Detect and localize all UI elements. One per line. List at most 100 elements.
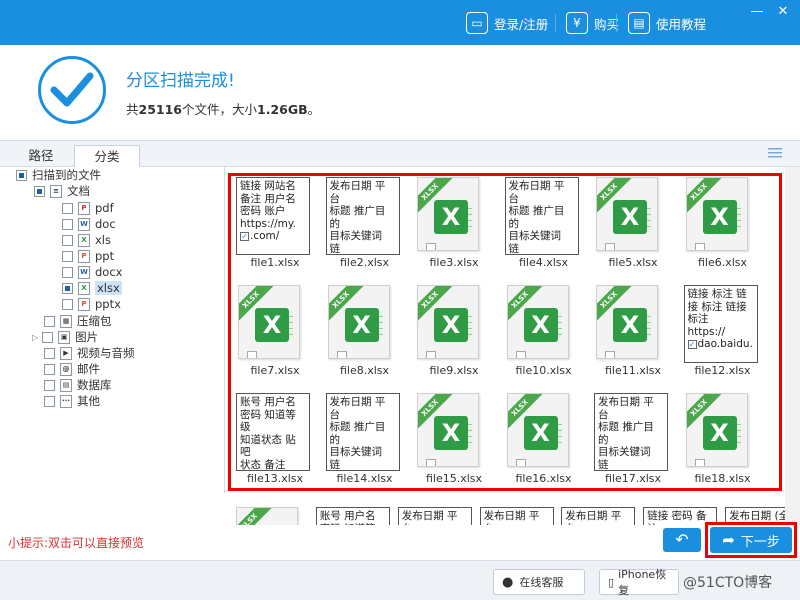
file-tile[interactable]: 发布日期 平台标题 推广目的 [557, 505, 643, 525]
checkbox[interactable] [62, 282, 73, 294]
scan-complete-title: 分区扫描完成! [126, 71, 235, 91]
back-arrow-icon: ↶ [675, 530, 689, 549]
tree-item-docx[interactable]: W docx [62, 264, 122, 280]
scan-stats: 共25116个文件，大小1.26GB。 [126, 102, 321, 117]
preview-line: 链接 密码 备 [647, 510, 707, 522]
penguin-icon: ● [502, 574, 514, 590]
panel-tab-bar: 路径 分类 [0, 140, 800, 168]
excel-file-icon: XLSXX [236, 507, 298, 525]
list-view-icon[interactable] [768, 147, 782, 159]
checkbox[interactable] [44, 395, 55, 407]
text-preview: 发布日期 平台标题 推广目的 [561, 507, 636, 525]
tree-label: 文档 [67, 184, 90, 198]
next-button[interactable]: ➦ 下一步 [710, 527, 792, 553]
watermark: @51CTO博客 [683, 575, 773, 591]
scrollbar[interactable] [785, 167, 800, 525]
image-icon: ▣ [58, 330, 71, 344]
checkbox[interactable] [62, 266, 73, 278]
checkbox[interactable] [34, 185, 45, 197]
preview-line: 账号 用户名 [319, 510, 376, 522]
document-icon: ≡ [50, 184, 62, 198]
tree-item-pdf[interactable]: P pdf [62, 200, 114, 216]
checkbox[interactable] [62, 298, 73, 310]
preview-line: 密码 知道等级 [320, 523, 386, 526]
preview-line: 发布日期 平台 [401, 510, 458, 525]
minimize-button[interactable]: — [746, 4, 768, 20]
checkbox[interactable] [62, 250, 73, 262]
tree-label: 扫描到的文件 [32, 168, 101, 182]
phone-icon: ▯ [608, 575, 615, 589]
checkbox[interactable] [42, 331, 54, 343]
tree-item-archive[interactable]: ▦ 压缩包 [44, 313, 112, 329]
expand-icon[interactable]: ▷ [32, 333, 38, 342]
back-button[interactable]: ↶ [663, 528, 701, 552]
file-tile[interactable]: XLSXX [230, 505, 316, 525]
tree-item-doc[interactable]: W doc [62, 216, 116, 232]
file-tile[interactable]: 发布日期 平台标题 推广目的 [476, 505, 562, 525]
checkbox[interactable] [16, 169, 27, 181]
tree-item-ppt[interactable]: P ppt [62, 248, 114, 264]
tree-item-docs[interactable]: ≡ 文档 [34, 183, 90, 199]
login-label: 登录/注册 [494, 16, 549, 32]
scan-summary [0, 45, 800, 140]
powerpoint-icon: P [78, 249, 90, 263]
tab-category[interactable]: 分类 [74, 145, 140, 168]
tree-item-pptx[interactable]: P pptx [62, 296, 121, 312]
next-label: 下一步 [740, 534, 780, 550]
file-tile[interactable]: 账号 用户名密码 知道等级 [312, 505, 398, 525]
tree-item-other[interactable]: ··· 其他 [44, 393, 100, 409]
monitor-icon: ▭ [466, 12, 488, 34]
tree-item-images[interactable]: ▷ ▣ 图片 [32, 329, 98, 345]
checkbox[interactable] [44, 379, 55, 391]
tutorial-label: 使用教程 [656, 16, 707, 32]
checkbox[interactable] [44, 315, 55, 327]
tree-item-mail[interactable]: @ 邮件 [44, 361, 100, 377]
file-tile[interactable]: 发布日期 平台标题 推广目的 [394, 505, 480, 525]
preview-line: 注 [647, 523, 713, 526]
tree-item-database[interactable]: ▤ 数据库 [44, 377, 112, 393]
word-icon: W [78, 217, 90, 231]
login-button[interactable]: ▭ 登录/注册 [466, 11, 548, 35]
checkbox[interactable] [62, 234, 73, 246]
excel-icon: X [78, 281, 90, 295]
yen-icon: ¥ [566, 12, 588, 34]
database-icon: ▤ [60, 378, 72, 392]
pdf-icon: P [78, 201, 90, 215]
check-icon [38, 56, 106, 124]
online-service-button[interactable]: ● 在线客服 [493, 569, 585, 595]
xlsx-ribbon: XLSX [237, 508, 275, 525]
tree-item-media[interactable]: ▶ 视频与音频 [44, 345, 135, 361]
archive-icon: ▦ [60, 314, 72, 328]
file-count: 25116 [138, 102, 183, 117]
tree-root[interactable]: 扫描到的文件 [16, 167, 101, 183]
tab-path[interactable]: 路径 [8, 145, 74, 168]
preview-tip: 小提示:双击可以直接预览 [8, 536, 145, 550]
checkbox[interactable] [44, 347, 55, 359]
word-icon: W [78, 265, 90, 279]
checkbox[interactable] [62, 202, 73, 214]
text-preview: 账号 用户名密码 知道等级 [315, 507, 390, 526]
checkbox[interactable] [44, 363, 55, 375]
mail-icon: @ [60, 362, 72, 376]
more-icon: ··· [60, 394, 72, 408]
buy-button[interactable]: ¥ 购买 [566, 11, 619, 35]
tree-item-xls[interactable]: X xls [62, 232, 111, 248]
arrow-right-icon: ➦ [722, 531, 735, 549]
divider [555, 14, 556, 32]
highlight-box [228, 173, 782, 491]
book-icon: ▤ [628, 12, 650, 34]
video-icon: ▶ [60, 346, 72, 360]
total-size: 1.26GB [257, 102, 308, 117]
preview-line: 发布日期 平台 [483, 510, 540, 525]
footer-bar [0, 560, 800, 600]
powerpoint-icon: P [78, 297, 90, 311]
checkbox[interactable] [62, 218, 73, 230]
category-tree: 扫描到的文件 ≡ 文档 P pdf W doc X xls P ppt W do… [0, 167, 225, 493]
tutorial-button[interactable]: ▤ 使用教程 [628, 11, 706, 35]
close-button[interactable]: ✕ [772, 4, 794, 20]
tree-item-xlsx[interactable]: X xlsx [62, 280, 122, 296]
preview-line: 发布日期 平台 [565, 510, 622, 525]
text-preview: 发布日期 平台标题 推广目的 [397, 507, 472, 525]
iphone-recovery-button[interactable]: ▯ iPhone恢复 [599, 568, 679, 597]
text-preview: 发布日期 平台标题 推广目的 [479, 507, 554, 525]
